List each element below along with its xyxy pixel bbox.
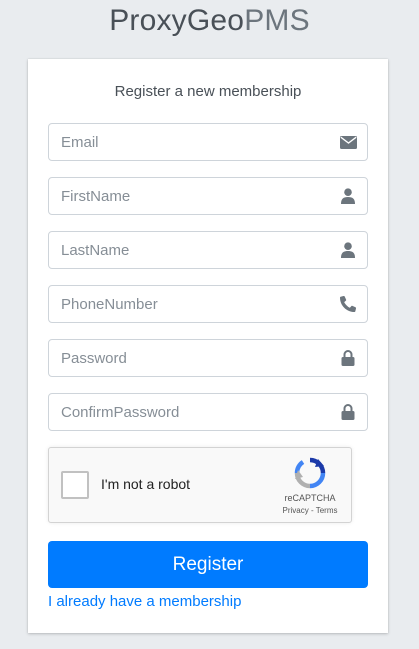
register-card: Register a new membership Email FirstNam… [28, 59, 388, 633]
user-icon [339, 187, 357, 205]
recaptcha-privacy-link[interactable]: Privacy [283, 506, 309, 515]
last-name-input[interactable] [49, 232, 331, 268]
logo-light-text: PMS [244, 4, 310, 37]
confirm-password-input[interactable] [49, 394, 331, 430]
first-name-field [48, 177, 368, 215]
login-link[interactable]: I already have a membership [48, 593, 241, 610]
recaptcha-terms-line: Privacy - Terms [275, 506, 345, 515]
email-input[interactable] [49, 124, 331, 160]
register-button[interactable]: Register [48, 541, 368, 588]
password-field [48, 339, 368, 377]
envelope-icon [339, 133, 357, 151]
password-input[interactable] [49, 340, 331, 376]
first-name-input[interactable] [49, 178, 331, 214]
lock-icon [339, 349, 357, 367]
confirm-password-field [48, 393, 368, 431]
recaptcha-separator: - [308, 506, 316, 515]
user-icon [339, 241, 357, 259]
recaptcha-checkbox[interactable] [61, 471, 89, 499]
logo-bold-text: ProxyGeo [109, 4, 245, 37]
recaptcha-logo-icon [294, 457, 326, 489]
recaptcha-terms-link[interactable]: Terms [316, 506, 338, 515]
recaptcha-brand: reCAPTCHA [284, 493, 336, 503]
phone-input[interactable] [49, 286, 331, 322]
last-name-field [48, 231, 368, 269]
phone-icon [339, 295, 357, 313]
recaptcha-widget: I'm not a robot reCAPTCHA Privacy - Term… [48, 447, 352, 523]
phone-field [48, 285, 368, 323]
recaptcha-label: I'm not a robot [101, 476, 191, 492]
app-logo[interactable]: ProxyGeoPMS [0, 4, 419, 38]
register-box-message: Register a new membership [114, 83, 302, 100]
email-field [48, 123, 368, 161]
lock-icon [339, 403, 357, 421]
